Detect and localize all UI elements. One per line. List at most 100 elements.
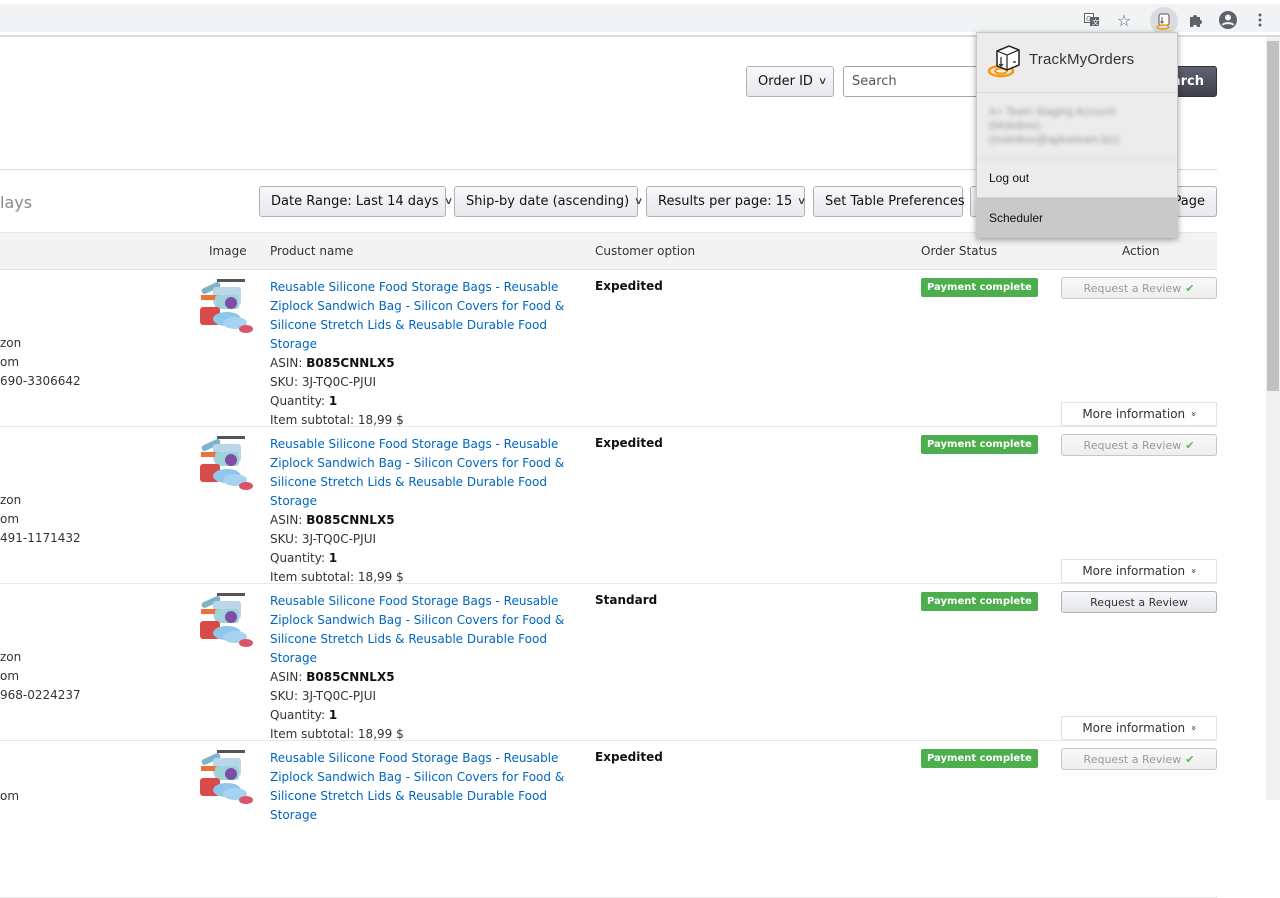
product-image[interactable] [197, 748, 255, 806]
search-input[interactable] [843, 66, 993, 97]
search-field-select-label: Order ID [758, 74, 813, 89]
checkmark-icon: ✔ [1185, 281, 1195, 295]
order-info-line: om [0, 789, 20, 803]
chevron-down-icon: ∨ [797, 196, 807, 207]
order-info: om [0, 749, 19, 806]
double-chevron-down-icon: » [1187, 568, 1198, 574]
status-badge: Payment complete [921, 749, 1038, 768]
sort-label: Ship-by date (ascending) [466, 194, 630, 209]
product-info: Reusable Silicone Food Storage Bags - Re… [270, 592, 590, 744]
browser-toolbar: G文 ☆ [0, 4, 1280, 35]
popup-menu-scheduler[interactable]: Scheduler [977, 198, 1177, 237]
order-id[interactable]: 491-1171432 [0, 529, 81, 548]
subtotal-value: 18,99 $ [357, 727, 404, 741]
chevron-down-icon: ∨ [634, 196, 644, 207]
product-image[interactable] [197, 591, 255, 649]
status-badge: Payment complete [921, 278, 1038, 297]
quantity-label: Quantity: [270, 551, 326, 565]
translate-icon[interactable]: G文 [1082, 10, 1102, 30]
asin-line: ASIN: B085CNNLX5 [270, 668, 590, 687]
sku-label: SKU: [270, 532, 298, 546]
table-row: zon om 690-3306642 Reusable Silicone Food … [0, 270, 1217, 427]
more-information-button[interactable]: More information» [1061, 559, 1217, 583]
request-review-button[interactable]: Request a Review ✔ [1061, 748, 1217, 770]
asin-value: B085CNNLX5 [306, 356, 395, 370]
asin-label: ASIN: [270, 670, 303, 684]
quantity-label: Quantity: [270, 394, 326, 408]
quantity-value: 1 [328, 708, 338, 722]
request-review-button[interactable]: Request a Review ✔ [1061, 277, 1217, 299]
sku-value: 3J-TQ0C-PJUI [301, 532, 377, 546]
asin-value: B085CNNLX5 [306, 670, 395, 684]
scrollbar-thumb[interactable] [1267, 41, 1279, 391]
request-review-label: Request a Review [1083, 281, 1182, 295]
more-information-button[interactable]: More information» [1061, 402, 1217, 426]
column-header-product-name: Product name [270, 244, 354, 258]
popup-menu-log-out[interactable]: Log out [977, 159, 1177, 198]
request-review-button[interactable]: Request a Review [1061, 591, 1217, 613]
order-info-line: om [0, 512, 20, 526]
product-title-link[interactable]: Reusable Silicone Food Storage Bags - Re… [270, 280, 564, 351]
quantity-line: Quantity: 1 [270, 706, 590, 725]
subtotal-value: 18,99 $ [357, 570, 404, 584]
date-range-dropdown[interactable]: Date Range: Last 14 days ∨ [259, 186, 453, 217]
status-badge: Payment complete [921, 592, 1038, 611]
order-info: zon om 491-1171432 [0, 491, 81, 548]
search-field-select[interactable]: Order ID ∨ [746, 66, 834, 97]
sku-value: 3J-TQ0C-PJUI [301, 689, 377, 703]
bookmark-star-icon[interactable]: ☆ [1114, 10, 1134, 30]
more-information-button[interactable]: More information» [1061, 716, 1217, 740]
product-title-link[interactable]: Reusable Silicone Food Storage Bags - Re… [270, 751, 564, 822]
checkmark-icon: ✔ [1185, 752, 1195, 766]
popup-header: TrackMyOrders [977, 33, 1177, 93]
column-header-action: Action [1122, 244, 1160, 258]
set-table-preferences-label: Set Table Preferences [825, 194, 965, 209]
account-name: A+ Team Staging Account [989, 106, 1116, 118]
order-info-line [0, 768, 19, 787]
trackmyorders-popup: TrackMyOrders A+ Team Staging Account (M… [976, 32, 1178, 238]
product-info: Reusable Silicone Food Storage Bags - Re… [270, 435, 590, 587]
address-bar[interactable] [0, 4, 1140, 32]
order-id[interactable]: 690-3306642 [0, 372, 81, 391]
table-row: zon om 968-0224237 Reusable Silicone Food … [0, 584, 1217, 741]
date-range-label: Date Range: Last 14 days [271, 194, 439, 209]
order-info-line [0, 749, 19, 768]
sort-dropdown[interactable]: Ship-by date (ascending) ∨ [454, 186, 644, 217]
asin-label: ASIN: [270, 356, 303, 370]
order-info-line: om [0, 669, 20, 683]
sku-value: 3J-TQ0C-PJUI [301, 375, 377, 389]
status-badge: Payment complete [921, 435, 1038, 454]
customer-option: Expedited [595, 436, 663, 450]
order-id[interactable]: 968-0224237 [0, 686, 81, 705]
request-review-label: Request a Review [1083, 438, 1182, 452]
kebab-menu-icon[interactable] [1250, 10, 1270, 30]
sku-label: SKU: [270, 375, 298, 389]
account-user: (Molotkov) [989, 120, 1041, 132]
more-information-label: More information [1082, 721, 1186, 735]
set-table-preferences-button[interactable]: Set Table Preferences [813, 186, 965, 217]
sku-line: SKU: 3J-TQ0C-PJUI [270, 687, 590, 706]
request-review-button[interactable]: Request a Review ✔ [1061, 434, 1217, 456]
product-title-link[interactable]: Reusable Silicone Food Storage Bags - Re… [270, 594, 564, 665]
product-title-link[interactable]: Reusable Silicone Food Storage Bags - Re… [270, 437, 564, 508]
product-info: Reusable Silicone Food Storage Bags - Re… [270, 749, 590, 825]
order-info: zon om 968-0224237 [0, 648, 81, 705]
quantity-label: Quantity: [270, 708, 326, 722]
order-info: zon om 690-3306642 [0, 334, 81, 391]
double-chevron-down-icon: » [1187, 725, 1198, 731]
results-per-page-dropdown[interactable]: Results per page: 15 ∨ [646, 186, 807, 217]
trackmyorders-extension-icon[interactable] [1150, 7, 1178, 35]
double-chevron-down-icon: » [1187, 411, 1198, 417]
sku-line: SKU: 3J-TQ0C-PJUI [270, 373, 590, 392]
popup-brand: TrackMyOrders [1029, 51, 1135, 68]
product-image[interactable] [197, 277, 255, 335]
subtotal-value: 18,99 $ [357, 413, 404, 427]
extensions-puzzle-icon[interactable] [1186, 10, 1206, 30]
profile-avatar-icon[interactable] [1218, 10, 1238, 30]
svg-text:文: 文 [1092, 18, 1099, 27]
order-info-line: zon [0, 493, 22, 507]
column-header-customer-option: Customer option [595, 244, 696, 258]
days-heading: lays [0, 193, 33, 212]
product-image[interactable] [197, 434, 255, 492]
sku-label: SKU: [270, 689, 298, 703]
